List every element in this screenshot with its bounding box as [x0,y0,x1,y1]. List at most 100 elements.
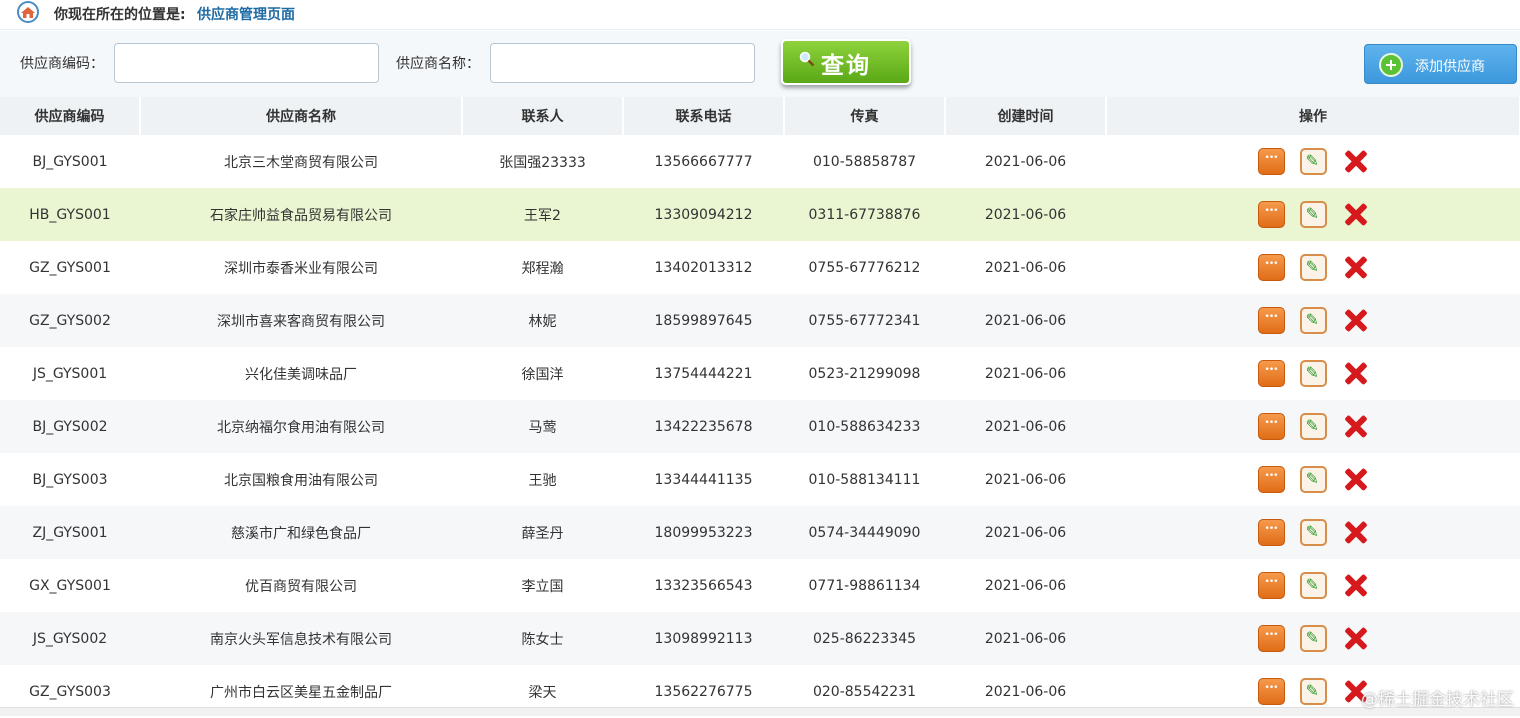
delete-icon[interactable] [1342,148,1369,175]
supplier-code-input[interactable] [114,43,379,83]
phone-cell: 13402013312 [623,241,784,294]
fax-cell: 0523-21299098 [784,347,945,400]
table-row[interactable]: JS_GYS002南京火头军信息技术有限公司陈女士13098992113025-… [0,612,1520,665]
edit-icon[interactable] [1300,254,1327,281]
edit-icon[interactable] [1300,678,1327,705]
supplier-name-cell: 深圳市喜来客商贸有限公司 [140,294,462,347]
breadcrumb-current-page[interactable]: 供应商管理页面 [197,4,295,24]
supplier-name-cell: 南京火头军信息技术有限公司 [140,612,462,665]
supplier-name-input[interactable] [490,43,755,83]
edit-icon[interactable] [1300,466,1327,493]
delete-icon[interactable] [1342,572,1369,599]
contact-cell: 徐国洋 [462,347,623,400]
fax-cell: 010-588134111 [784,453,945,506]
supplier-code-cell: GZ_GYS002 [0,294,140,347]
contact-cell: 王军2 [462,188,623,241]
supplier-name-cell: 慈溪市广和绿色食品厂 [140,506,462,559]
table-row[interactable]: BJ_GYS003北京国粮食用油有限公司王驰13344441135010-588… [0,453,1520,506]
contact-cell: 陈女士 [462,612,623,665]
col-header: 传真 [784,97,945,135]
supplier-name-cell: 北京纳福尔食用油有限公司 [140,400,462,453]
operations-cell [1106,347,1520,400]
add-supplier-label: 添加供应商 [1415,56,1485,76]
delete-icon[interactable] [1342,201,1369,228]
table-row[interactable]: GX_GYS001优百商贸有限公司李立国133235665430771-9886… [0,559,1520,612]
created-date-cell: 2021-06-06 [945,347,1106,400]
delete-icon[interactable] [1342,519,1369,546]
table-header: 供应商编码 供应商名称 联系人 联系电话 传真 创建时间 操作 [0,97,1520,135]
phone-cell: 13566667777 [623,135,784,188]
delete-icon[interactable] [1342,413,1369,440]
created-date-cell: 2021-06-06 [945,506,1106,559]
table-row[interactable]: BJ_GYS002北京纳福尔食用油有限公司马莺13422235678010-58… [0,400,1520,453]
created-date-cell: 2021-06-06 [945,294,1106,347]
phone-cell: 13309094212 [623,188,784,241]
watermark: @稀土掘金技术社区 [1361,685,1514,710]
contact-cell: 马莺 [462,400,623,453]
delete-icon[interactable] [1342,360,1369,387]
supplier-code-cell: BJ_GYS002 [0,400,140,453]
view-icon[interactable] [1258,201,1285,228]
delete-icon[interactable] [1342,254,1369,281]
edit-icon[interactable] [1300,572,1327,599]
col-header: 创建时间 [945,97,1106,135]
supplier-code-cell: BJ_GYS001 [0,135,140,188]
table-row[interactable]: JS_GYS001兴化佳美调味品厂徐国洋137544442210523-2129… [0,347,1520,400]
edit-icon[interactable] [1300,148,1327,175]
edit-icon[interactable] [1300,413,1327,440]
delete-icon[interactable] [1342,466,1369,493]
supplier-name-cell: 兴化佳美调味品厂 [140,347,462,400]
view-icon[interactable] [1258,413,1285,440]
query-button[interactable]: 查询 [781,39,911,85]
operations-cell [1106,294,1520,347]
view-icon[interactable] [1258,360,1285,387]
col-header: 联系人 [462,97,623,135]
table-row[interactable]: GZ_GYS002深圳市喜来客商贸有限公司林妮185998976450755-6… [0,294,1520,347]
operations-cell [1106,400,1520,453]
horizontal-scrollbar[interactable] [0,707,1520,716]
breadcrumb-prefix: 你现在所在的位置是: [54,4,186,24]
edit-icon[interactable] [1300,360,1327,387]
edit-icon[interactable] [1300,625,1327,652]
operations-cell [1106,135,1520,188]
table-row[interactable]: GZ_GYS001深圳市泰香米业有限公司郑程瀚134020133120755-6… [0,241,1520,294]
col-header: 供应商编码 [0,97,140,135]
supplier-name-cell: 北京三木堂商贸有限公司 [140,135,462,188]
view-icon[interactable] [1258,254,1285,281]
contact-cell: 张国强23333 [462,135,623,188]
add-supplier-button[interactable]: 添加供应商 [1364,44,1517,84]
magnifier-icon [799,51,815,67]
view-icon[interactable] [1258,148,1285,175]
phone-cell: 13323566543 [623,559,784,612]
home-icon[interactable] [14,0,42,24]
fax-cell: 0771-98861134 [784,559,945,612]
supplier-name-cell: 石家庄帅益食品贸易有限公司 [140,188,462,241]
edit-icon[interactable] [1300,307,1327,334]
view-icon[interactable] [1258,466,1285,493]
delete-icon[interactable] [1342,625,1369,652]
view-icon[interactable] [1258,625,1285,652]
created-date-cell: 2021-06-06 [945,241,1106,294]
query-button-label: 查询 [821,46,871,80]
supplier-name-cell: 深圳市泰香米业有限公司 [140,241,462,294]
edit-icon[interactable] [1300,201,1327,228]
table-row[interactable]: ZJ_GYS001慈溪市广和绿色食品厂薛圣丹180999532230574-34… [0,506,1520,559]
supplier-table: 供应商编码 供应商名称 联系人 联系电话 传真 创建时间 操作 BJ_GYS00… [0,97,1520,718]
breadcrumb: 你现在所在的位置是: 供应商管理页面 [0,0,1520,30]
view-icon[interactable] [1258,572,1285,599]
table-row[interactable]: HB_GYS001石家庄帅益食品贸易有限公司王军2133090942120311… [0,188,1520,241]
delete-icon[interactable] [1342,307,1369,334]
supplier-code-cell: GZ_GYS001 [0,241,140,294]
view-icon[interactable] [1258,678,1285,705]
supplier-code-label: 供应商编码： [20,53,104,73]
supplier-code-cell: JS_GYS001 [0,347,140,400]
supplier-code-cell: BJ_GYS003 [0,453,140,506]
operations-cell [1106,559,1520,612]
col-header: 操作 [1106,97,1520,135]
edit-icon[interactable] [1300,519,1327,546]
view-icon[interactable] [1258,519,1285,546]
fax-cell: 025-86223345 [784,612,945,665]
fax-cell: 010-58858787 [784,135,945,188]
table-row[interactable]: BJ_GYS001北京三木堂商贸有限公司张国强23333135666677770… [0,135,1520,188]
view-icon[interactable] [1258,307,1285,334]
